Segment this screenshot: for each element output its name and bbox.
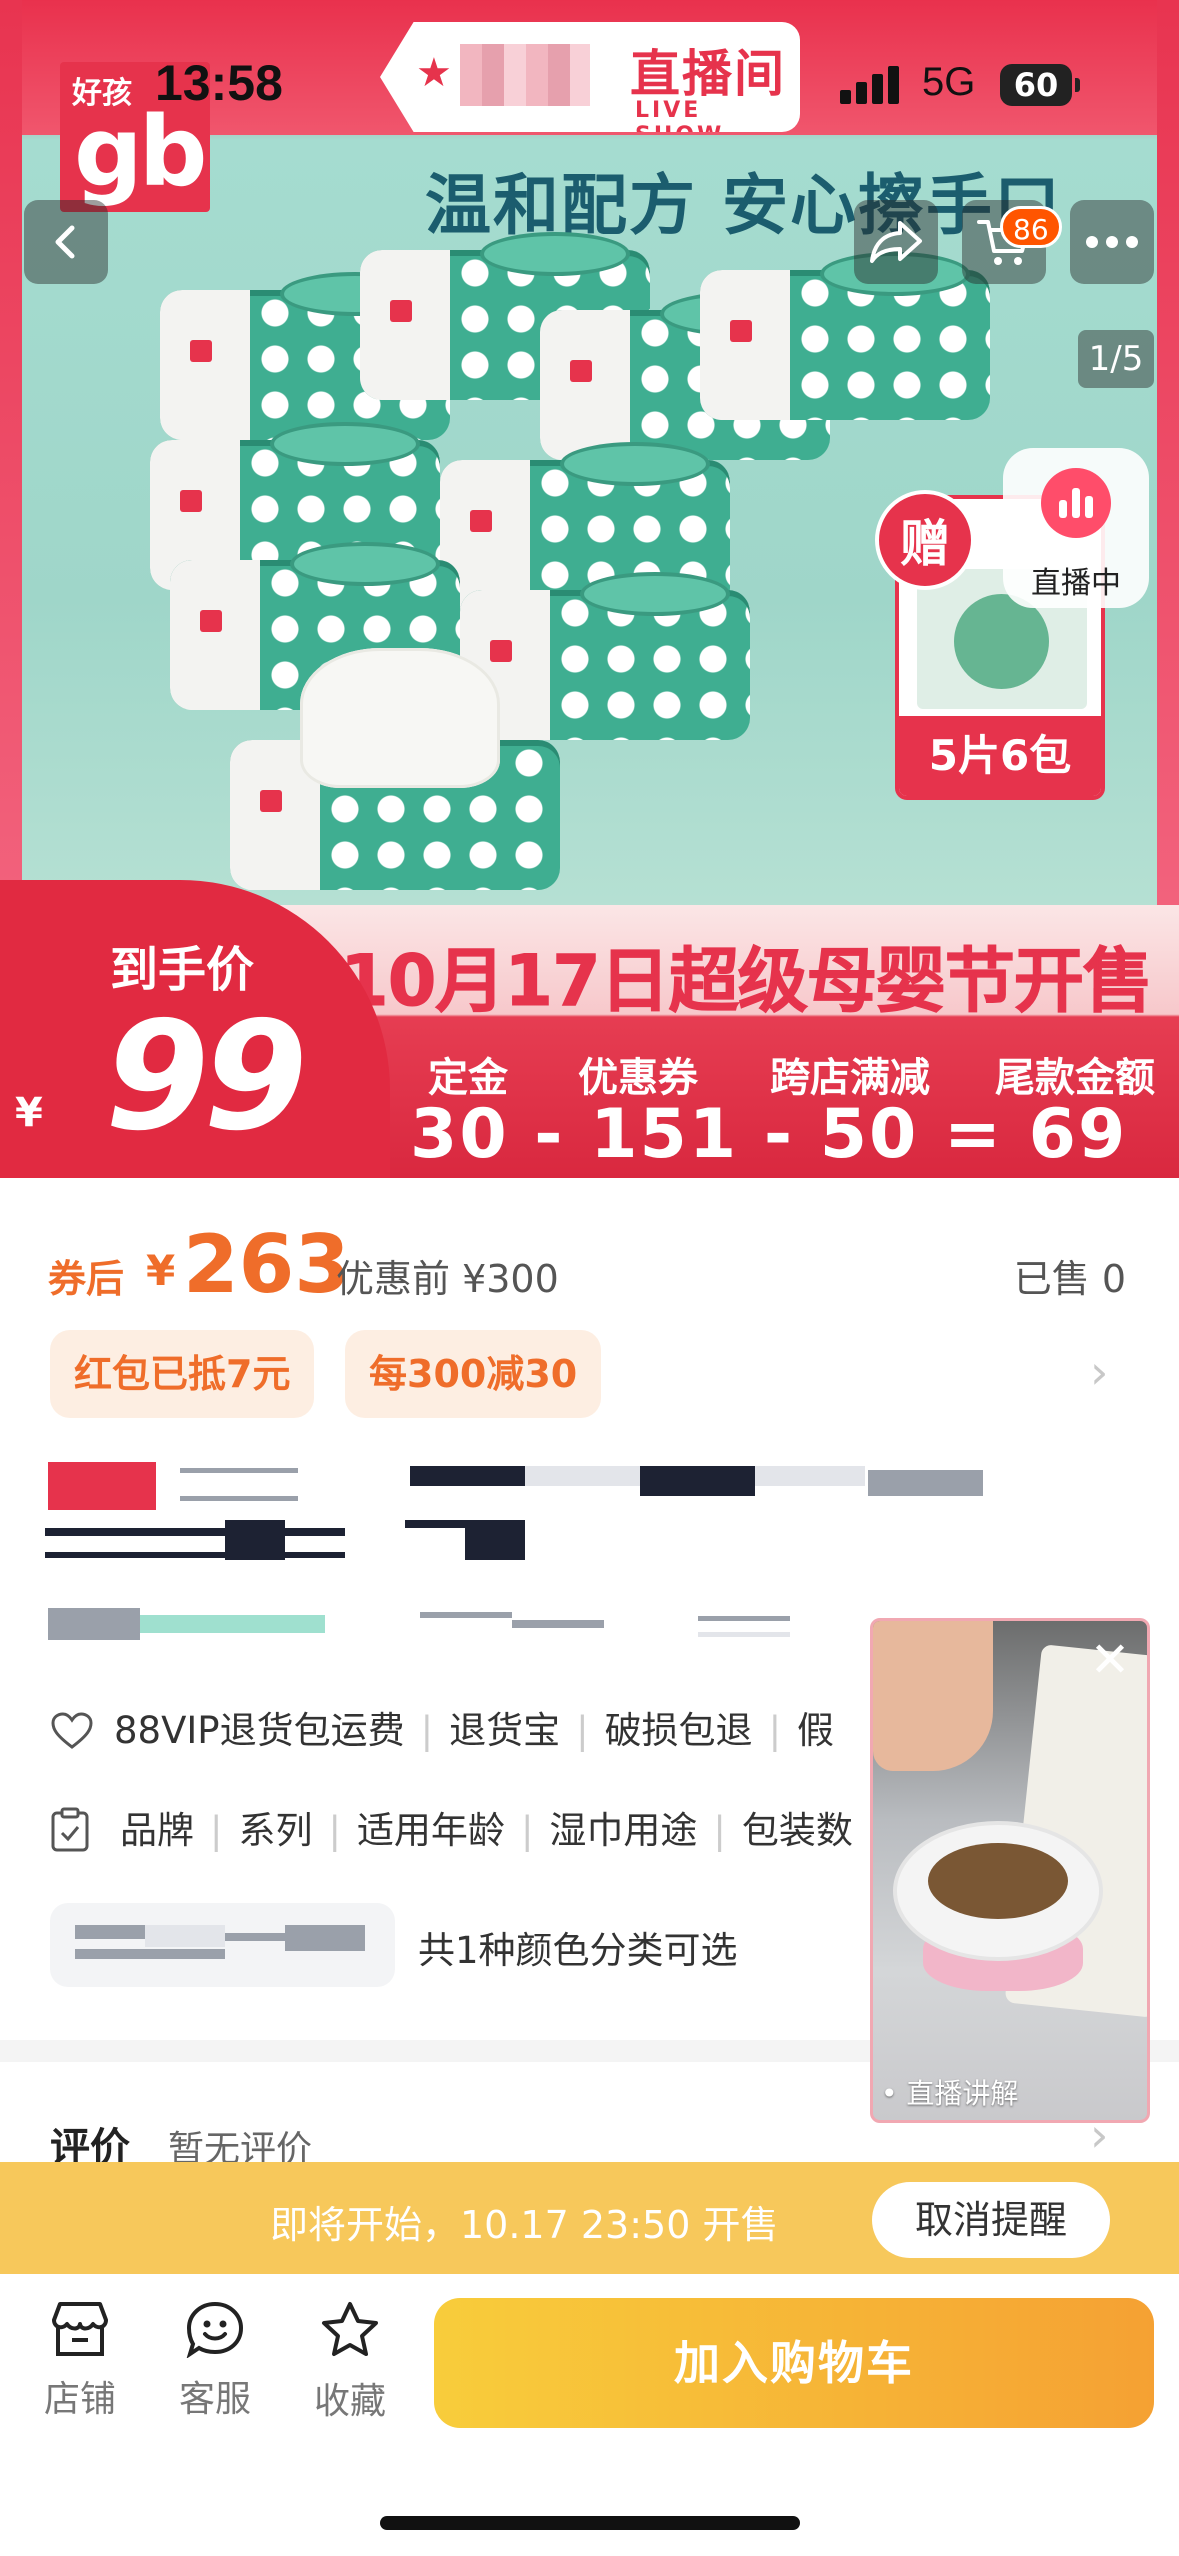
back-button[interactable] <box>24 200 108 284</box>
live-bars-icon <box>1041 468 1111 538</box>
customer-service-button[interactable]: 客服 <box>165 2300 265 2422</box>
live-badge-subtitle: LIVE SHOW <box>635 98 725 148</box>
heart-icon <box>51 1712 93 1749</box>
brand-logo-mark: gb <box>74 96 207 208</box>
favorite-button[interactable]: 收藏 <box>300 2300 400 2424</box>
close-icon[interactable]: ✕ <box>1085 1636 1135 1687</box>
param-item: 包装数 <box>741 1809 853 1852</box>
service-item: 88VIP退货包运费 <box>114 1709 405 1752</box>
banner-title: 10月17日超级母婴节开售 <box>340 940 1154 1023</box>
service-item: 破损包退 <box>604 1709 753 1752</box>
service-item: 退货宝 <box>449 1709 561 1752</box>
promo-tag[interactable]: 每300减30 <box>345 1330 602 1418</box>
product-detail-page: ★ 直播间 LIVE SHOW 好孩 gb 温和配方 安心擦手口 5片6包 赠 … <box>0 0 1179 2556</box>
store-button[interactable]: 店铺 <box>30 2300 130 2422</box>
favorite-label: 收藏 <box>313 2381 386 2422</box>
product-params[interactable]: 品牌 | 系列 | 适用年龄 | 湿巾用途 | 包装数 <box>50 1800 853 1854</box>
star-icon <box>322 2302 378 2356</box>
cancel-reminder-button[interactable]: 取消提醒 <box>872 2182 1110 2258</box>
share-icon <box>870 221 922 263</box>
price-value: 263 <box>183 1218 350 1311</box>
param-item: 系列 <box>238 1809 313 1852</box>
product-pack <box>700 252 990 420</box>
video-frame-food <box>928 1843 1068 1919</box>
original-price: 优惠前 ¥300 <box>336 1257 559 1301</box>
add-to-cart-button[interactable]: 加入购物车 <box>434 2298 1154 2428</box>
final-price-value: 99 <box>105 990 308 1164</box>
image-page-indicator: 1/5 <box>1078 330 1154 388</box>
style-select-text[interactable]: 共1种颜色分类可选 <box>418 1920 738 1974</box>
more-icon <box>1086 236 1138 248</box>
after-coupon-label: 券后 <box>48 1257 125 1301</box>
reminder-text: 即将开始，10.17 23:50 开售 <box>270 2203 779 2247</box>
status-time: 13:58 <box>155 55 283 111</box>
clipboard-icon <box>51 1807 89 1852</box>
star-icon: ★ <box>416 50 452 96</box>
product-hero-image[interactable]: ★ 直播间 LIVE SHOW 好孩 gb 温和配方 安心擦手口 5片6包 赠 … <box>0 0 1179 1178</box>
sold-count: 已售 0 <box>1013 1257 1126 1301</box>
chat-icon <box>186 2301 244 2359</box>
signal-icon <box>840 66 900 104</box>
battery-icon: 60 <box>1000 64 1080 106</box>
gift-label: 5片6包 <box>899 716 1101 796</box>
sale-reminder-bar: 即将开始，10.17 23:50 开售 取消提醒 <box>0 2162 1179 2274</box>
final-price-currency: ¥ <box>15 1090 43 1136</box>
video-frame-hand <box>873 1621 993 1771</box>
blurred-anchor-name <box>460 44 590 106</box>
cart-count-badge: 86 <box>1000 206 1062 248</box>
chevron-left-icon <box>55 225 75 259</box>
promo-tag[interactable]: 红包已抵7元 <box>50 1330 315 1418</box>
style-select-chip[interactable] <box>50 1903 395 1987</box>
wet-wipe-tissue <box>300 648 500 788</box>
gift-mark: 赠 <box>875 490 975 590</box>
customer-service-label: 客服 <box>178 2379 251 2420</box>
network-type: 5G <box>922 60 976 104</box>
store-label: 店铺 <box>43 2379 116 2420</box>
param-item: 品牌 <box>120 1809 194 1852</box>
share-button[interactable] <box>854 200 938 284</box>
live-show-badge: ★ 直播间 LIVE SHOW <box>380 22 800 132</box>
live-badge-title: 直播间 <box>630 45 786 103</box>
chevron-right-icon[interactable]: › <box>1090 1345 1108 1399</box>
service-item: 假 <box>797 1709 835 1752</box>
price-row: 券后 ¥ 263 优惠前 ¥300 已售 0 <box>48 1218 1138 1311</box>
price-currency: ¥ <box>146 1246 176 1295</box>
floating-live-video[interactable]: ✕ • 直播讲解 <box>870 1618 1150 2123</box>
live-now-button[interactable]: 直播中 <box>1003 448 1149 608</box>
home-indicator[interactable] <box>380 2516 800 2530</box>
more-button[interactable] <box>1070 200 1154 284</box>
param-item: 适用年龄 <box>356 1809 505 1852</box>
service-guarantees[interactable]: 88VIP退货包运费 | 退货宝 | 破损包退 | 假 <box>50 1700 834 1754</box>
param-item: 湿巾用途 <box>549 1809 698 1852</box>
price-formula: 30 - 151 - 50 = 69 <box>410 1095 1128 1174</box>
product-pack <box>460 572 750 740</box>
video-caption: • 直播讲解 <box>881 2077 1019 2110</box>
live-now-label: 直播中 <box>1031 566 1121 601</box>
store-icon <box>52 2302 108 2356</box>
